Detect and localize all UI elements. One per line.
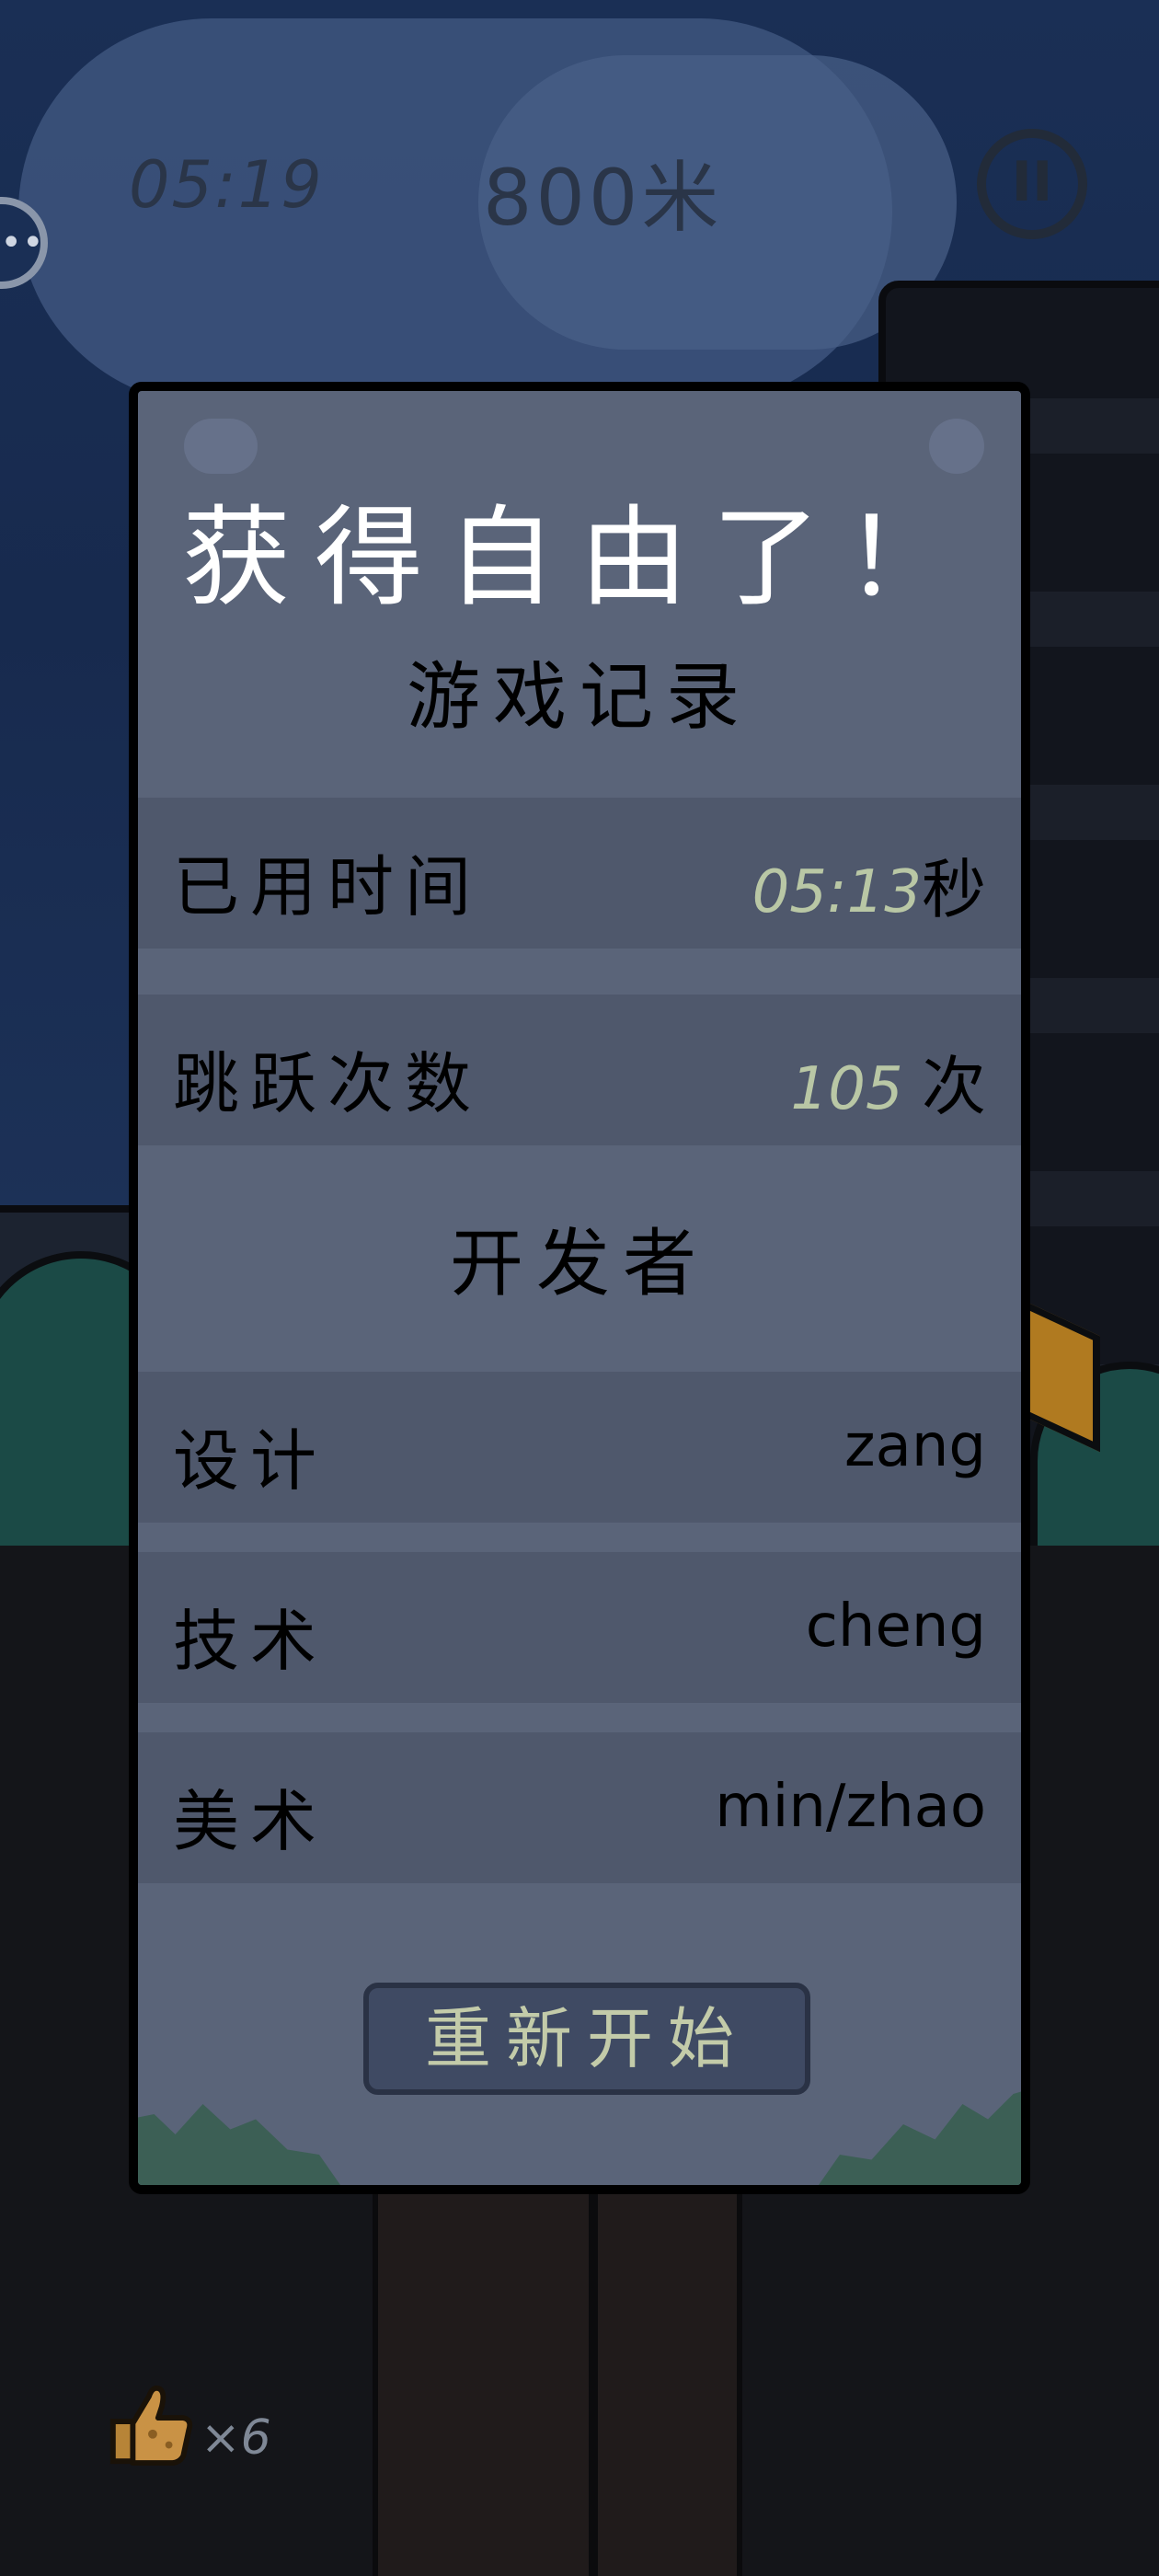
pause-button[interactable]: II — [977, 129, 1087, 239]
credit-row-art: 美术 min/zhao — [138, 1732, 1021, 1883]
credit-row-design: 设计 zang — [138, 1372, 1021, 1523]
thumb-count: ×6 — [201, 2410, 271, 2466]
stat-value: 105 次 — [790, 1049, 987, 1124]
foliage-decoration — [819, 2088, 1021, 2185]
tree-trunk — [373, 2180, 742, 2576]
dialog-title: 获得自由了！ — [181, 494, 977, 621]
hud-distance: 800米 — [483, 153, 723, 243]
thumbs-up-icon — [109, 2385, 193, 2467]
credit-name: cheng — [805, 1593, 986, 1661]
stat-label: 跳跃次数 — [173, 1045, 483, 1122]
stat-row-jumps: 跳跃次数 105 次 — [138, 995, 1021, 1145]
foliage-decoration — [138, 2104, 340, 2185]
dev-heading: 开发者 — [450, 1221, 709, 1306]
restart-button[interactable]: 重新开始 — [363, 1983, 810, 2095]
stat-label: 已用时间 — [173, 848, 483, 926]
pause-icon: II — [1011, 150, 1053, 214]
credit-role: 设计 — [173, 1422, 328, 1500]
rock — [929, 419, 984, 474]
credit-row-tech: 技术 cheng — [138, 1552, 1021, 1703]
credit-name: min/zhao — [715, 1773, 986, 1841]
record-heading: 游戏记录 — [407, 654, 752, 740]
stat-row-time: 已用时间 05:13秒 — [138, 798, 1021, 949]
credit-name: zang — [844, 1412, 986, 1480]
stat-value: 05:13秒 — [752, 852, 986, 927]
rock — [184, 419, 258, 474]
credit-role: 美术 — [173, 1783, 328, 1860]
game-scene: 05:19 800米 II •• ×6 获得自由了！ 游戏记录 已用时间 05:… — [0, 0, 1159, 2576]
tree-trunk-crack — [589, 2180, 598, 2576]
victory-dialog: 获得自由了！ 游戏记录 已用时间 05:13秒 跳跃次数 105 次 开发者 设… — [129, 382, 1030, 2194]
credit-role: 技术 — [173, 1603, 328, 1680]
chat-icon: •• — [0, 222, 44, 264]
hud-timer: 05:19 — [129, 147, 324, 223]
